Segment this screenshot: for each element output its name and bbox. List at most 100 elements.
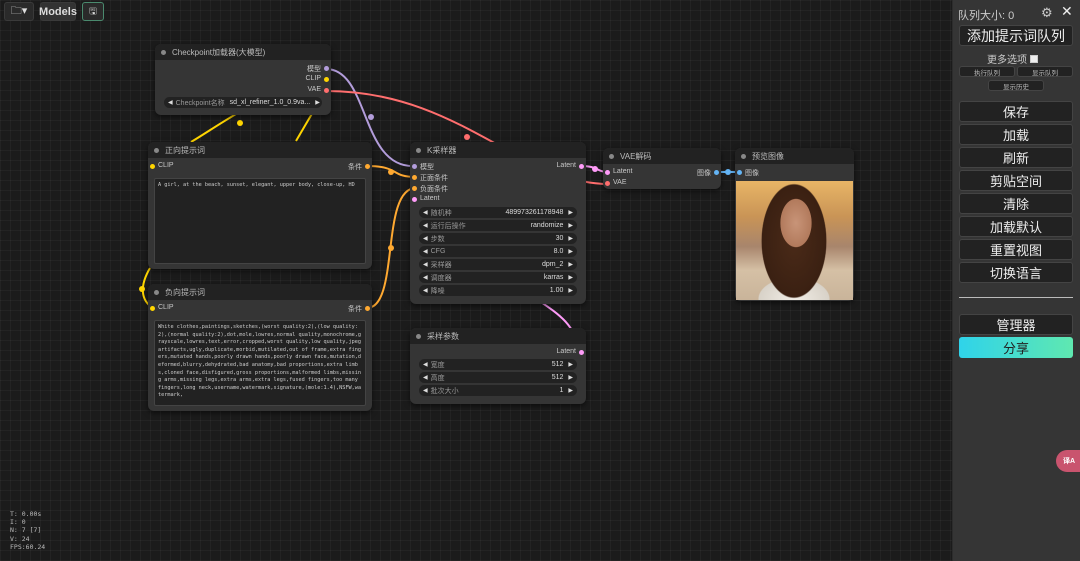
scheduler-widget[interactable]: ◀ 调度器 karras ▶: [419, 272, 577, 283]
load-default-button[interactable]: 加载默认: [959, 216, 1073, 237]
left-arrow-icon[interactable]: ◀: [423, 374, 428, 381]
output-pin[interactable]: [365, 164, 370, 169]
collapse-dot[interactable]: [416, 333, 421, 339]
positive-prompt-textarea[interactable]: A girl, at the beach, sunset, elegant, u…: [154, 178, 366, 264]
output-pin[interactable]: [714, 170, 719, 175]
right-arrow-icon[interactable]: ▶: [568, 235, 573, 242]
collapse-dot[interactable]: [741, 153, 746, 159]
collapse-dot[interactable]: [609, 153, 614, 159]
more-options-toggle[interactable]: 更多选项: [987, 51, 1038, 66]
reset-view-button[interactable]: 重置视图: [959, 239, 1073, 260]
vae-decode-node[interactable]: VAE解码 Latent VAE 图像: [603, 148, 721, 189]
output-pin[interactable]: [365, 306, 370, 311]
input-model[interactable]: 模型: [410, 162, 434, 172]
right-arrow-icon[interactable]: ▶: [315, 99, 320, 106]
models-button[interactable]: Models: [39, 2, 77, 21]
output-pin[interactable]: [324, 88, 329, 93]
input-pin[interactable]: [605, 181, 610, 186]
switch-language-button[interactable]: 切换语言: [959, 262, 1073, 283]
output-conditioning[interactable]: 条件: [312, 162, 372, 172]
collapse-dot[interactable]: [154, 289, 159, 295]
folder-button[interactable]: 🗀▾: [4, 2, 34, 21]
width-widget[interactable]: ◀ 宽度 512 ▶: [419, 359, 577, 370]
output-vae[interactable]: VAE: [271, 86, 331, 93]
input-clip[interactable]: CLIP: [148, 162, 174, 169]
input-positive[interactable]: 正面条件: [410, 173, 448, 183]
input-pin[interactable]: [150, 164, 155, 169]
clear-button[interactable]: 清除: [959, 193, 1073, 214]
input-image[interactable]: 图像: [735, 168, 759, 178]
right-arrow-icon[interactable]: ▶: [568, 274, 573, 281]
checkpoint-name-widget[interactable]: ◀ Checkpoint名称 sd_xl_refiner_1.0_0.9va..…: [164, 97, 322, 108]
input-pin[interactable]: [412, 175, 417, 180]
node-header[interactable]: 正向提示词: [148, 142, 372, 158]
output-pin[interactable]: [579, 164, 584, 169]
right-arrow-icon[interactable]: ▶: [568, 222, 573, 229]
right-arrow-icon[interactable]: ▶: [568, 361, 573, 368]
output-clip[interactable]: CLIP: [271, 75, 331, 82]
positive-prompt-node[interactable]: 正向提示词 CLIP 条件 A girl, at the beach, suns…: [148, 142, 372, 269]
right-arrow-icon[interactable]: ▶: [568, 387, 573, 394]
right-arrow-icon[interactable]: ▶: [568, 209, 573, 216]
view-history-button[interactable]: 显示历史: [988, 80, 1044, 91]
right-arrow-icon[interactable]: ▶: [568, 287, 573, 294]
save-button[interactable]: 保存: [959, 101, 1073, 122]
left-arrow-icon[interactable]: ◀: [423, 274, 428, 281]
left-arrow-icon[interactable]: ◀: [423, 361, 428, 368]
node-header[interactable]: 负向提示词: [148, 284, 372, 300]
checkpoint-loader-node[interactable]: Checkpoint加载器(大模型) 模型 CLIP VAE ◀ Checkpo…: [155, 44, 331, 115]
node-header[interactable]: 预览图像: [735, 148, 854, 164]
more-options-checkbox[interactable]: [1030, 54, 1038, 63]
queue-prompt-button[interactable]: 添加提示词队列: [959, 25, 1073, 46]
sampler-widget[interactable]: ◀ 采样器 dpm_2 ▶: [419, 259, 577, 270]
steps-widget[interactable]: ◀ 步数 30 ▶: [419, 233, 577, 244]
input-negative[interactable]: 负面条件: [410, 184, 448, 194]
cfg-widget[interactable]: ◀ CFG 8.0 ▶: [419, 246, 577, 257]
input-clip[interactable]: CLIP: [148, 304, 174, 311]
collapse-dot[interactable]: [416, 147, 421, 153]
output-model[interactable]: 模型: [271, 64, 331, 74]
batch-size-widget[interactable]: ◀ 批次大小 1 ▶: [419, 385, 577, 396]
view-queue-button[interactable]: 执行队列: [959, 66, 1015, 77]
input-latent[interactable]: Latent: [410, 195, 439, 202]
left-arrow-icon[interactable]: ◀: [168, 99, 173, 106]
output-latent[interactable]: Latent: [526, 348, 586, 355]
output-pin[interactable]: [579, 350, 584, 355]
left-arrow-icon[interactable]: ◀: [423, 235, 428, 242]
negative-prompt-node[interactable]: 负向提示词 CLIP 条件 White clothes,paintings,sk…: [148, 284, 372, 411]
refresh-button[interactable]: 刷新: [959, 147, 1073, 168]
output-conditioning[interactable]: 条件: [312, 304, 372, 314]
left-arrow-icon[interactable]: ◀: [423, 261, 428, 268]
manager-button[interactable]: 管理器: [959, 314, 1073, 335]
output-pin[interactable]: [324, 77, 329, 82]
height-widget[interactable]: ◀ 高度 512 ▶: [419, 372, 577, 383]
latent-params-node[interactable]: 采样参数 Latent ◀ 宽度 512 ▶ ◀ 高度 512 ▶ ◀ 批次大小 1 ▶: [410, 328, 586, 404]
right-arrow-icon[interactable]: ▶: [568, 261, 573, 268]
output-latent[interactable]: Latent: [526, 162, 586, 169]
show-queue-button[interactable]: 显示队列: [1017, 66, 1073, 77]
collapse-dot[interactable]: [154, 147, 159, 153]
collapse-dot[interactable]: [161, 49, 166, 55]
input-latent[interactable]: Latent: [603, 168, 632, 175]
left-arrow-icon[interactable]: ◀: [423, 209, 428, 216]
left-arrow-icon[interactable]: ◀: [423, 287, 428, 294]
control-after-generate-widget[interactable]: ◀ 运行后操作 randomize ▶: [419, 220, 577, 231]
save-workflow-button[interactable]: 🖫: [82, 2, 104, 21]
negative-prompt-textarea[interactable]: White clothes,paintings,sketches,(worst …: [154, 320, 366, 406]
right-arrow-icon[interactable]: ▶: [568, 248, 573, 255]
input-pin[interactable]: [605, 170, 610, 175]
input-vae[interactable]: VAE: [603, 179, 627, 186]
ksampler-node[interactable]: K采样器 模型 正面条件 负面条件 Latent Latent ◀ 随机种 4899…: [410, 142, 586, 304]
input-pin[interactable]: [737, 170, 742, 175]
generated-image[interactable]: [736, 181, 853, 300]
close-icon[interactable]: ✕: [1061, 3, 1073, 20]
input-pin[interactable]: [412, 197, 417, 202]
node-header[interactable]: K采样器: [410, 142, 586, 158]
node-header[interactable]: 采样参数: [410, 328, 586, 344]
gear-icon[interactable]: ⚙: [1041, 5, 1053, 21]
left-arrow-icon[interactable]: ◀: [423, 222, 428, 229]
input-pin[interactable]: [412, 186, 417, 191]
translate-icon[interactable]: 译A: [1056, 450, 1080, 472]
output-pin[interactable]: [324, 66, 329, 71]
clipspace-button[interactable]: 剪贴空间: [959, 170, 1073, 191]
